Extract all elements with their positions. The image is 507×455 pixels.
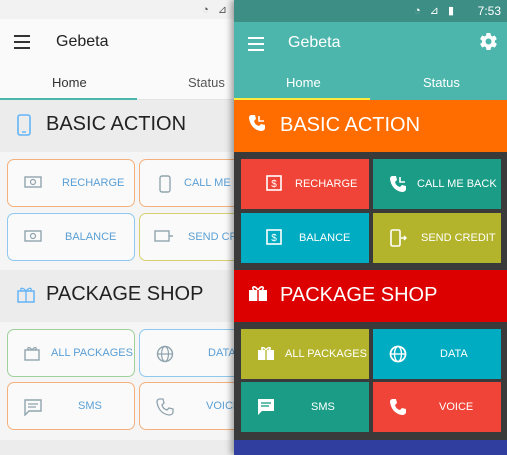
button-label: DATA [440,348,468,360]
comparison-screenshot: ◔ ⊿ Gebeta Home Status BASIC ACTION RECH… [0,0,507,455]
button-label: SMS [78,400,102,412]
section-title: PACKAGE SHOP [280,284,438,306]
button-label: VOICE [439,401,474,413]
all-packages-button[interactable]: ALL PACKAGES [241,329,369,379]
package-shop-header: PACKAGE SHOP [234,270,507,322]
button-label: SEND CREDIT [421,232,496,244]
button-label: VOICE [206,400,236,412]
phone-icon [16,114,34,136]
money-icon [24,175,42,191]
send-credit-button[interactable]: SEND CRED [139,213,236,261]
gift-icon [23,345,41,361]
status-icons: ◔ ⊿ [202,4,230,16]
phone-icon [248,114,266,137]
section-title: BASIC ACTION [46,113,187,135]
button-label: BALANCE [65,231,117,243]
tab-status[interactable]: Status [188,75,225,90]
gear-icon[interactable] [480,33,497,56]
balance-button[interactable]: $ BALANCE [241,213,369,263]
send-credit-icon [389,229,408,247]
app-bar: Gebeta [234,22,507,66]
gift-icon [257,345,275,363]
phone-icon [156,175,174,193]
phone-icon [156,398,174,416]
call-me-back-button[interactable]: CALL ME BACK [373,159,501,209]
voice-button[interactable]: VOICE [139,382,236,430]
tab-status[interactable]: Status [423,75,460,90]
button-label: SEND CRED [188,231,236,243]
button-label: DATA [208,347,236,359]
all-packages-button[interactable]: ALL PACKAGES [7,329,135,377]
colored-theme-screen: ◔ ⊿ ▮ 7:53 Gebeta Home Status BASIC ACTI… [234,0,507,455]
basic-action-header: BASIC ACTION [234,100,507,152]
globe-icon [156,345,174,363]
phone-icon [389,398,407,416]
package-shop-header: PACKAGE SHOP [0,270,236,322]
message-icon [257,398,275,416]
button-label: RECHARGE [62,177,125,189]
section-title: BASIC ACTION [280,114,421,136]
button-label: CALL ME BACK [417,178,497,190]
gift-icon [248,284,268,307]
sms-button[interactable]: SMS [7,382,135,430]
button-label: ALL PACKAGES [285,348,367,360]
balance-button[interactable]: BALANCE [7,213,135,261]
svg-text:$: $ [271,179,277,190]
message-icon [23,398,42,417]
button-label: RECHARGE [295,178,358,190]
status-bar: ◔ ⊿ [0,0,236,19]
send-credit-button[interactable]: SEND CREDIT [373,213,501,263]
tab-home[interactable]: Home [286,75,321,90]
sms-button[interactable]: SMS [241,382,369,432]
globe-icon [389,345,407,363]
app-title: Gebeta [56,33,109,50]
status-time: 7:53 [477,4,501,18]
menu-icon[interactable] [14,35,30,49]
next-section-edge [234,440,507,455]
light-theme-screen: ◔ ⊿ Gebeta Home Status BASIC ACTION RECH… [0,0,236,455]
recharge-button[interactable]: $ RECHARGE [241,159,369,209]
recharge-button[interactable]: RECHARGE [7,159,135,207]
send-credit-icon [154,229,173,245]
data-button[interactable]: DATA [139,329,236,377]
status-icons: ◔ ⊿ ▮ [413,5,457,17]
button-label: SMS [311,401,335,413]
phone-callback-icon [389,175,407,193]
call-me-back-button[interactable]: CALL ME B [139,159,236,207]
next-section-edge [0,440,236,455]
money-icon: $ [265,229,283,247]
tab-bar: Home Status [234,66,507,100]
button-label: BALANCE [299,232,351,244]
svg-text:$: $ [271,233,277,244]
button-label: ALL PACKAGES [51,347,133,359]
basic-action-header: BASIC ACTION [0,100,236,152]
data-button[interactable]: DATA [373,329,501,379]
button-label: CALL ME B [184,177,236,189]
app-title: Gebeta [288,34,341,51]
menu-icon[interactable] [248,37,264,51]
gift-icon [16,284,35,306]
app-bar: Gebeta [0,19,236,67]
tab-home[interactable]: Home [52,75,87,90]
status-bar: ◔ ⊿ ▮ 7:53 [234,0,507,22]
section-title: PACKAGE SHOP [46,283,204,305]
tab-bar: Home Status [0,67,236,100]
voice-button[interactable]: VOICE [373,382,501,432]
money-icon: $ [265,175,283,193]
money-icon [24,229,42,245]
